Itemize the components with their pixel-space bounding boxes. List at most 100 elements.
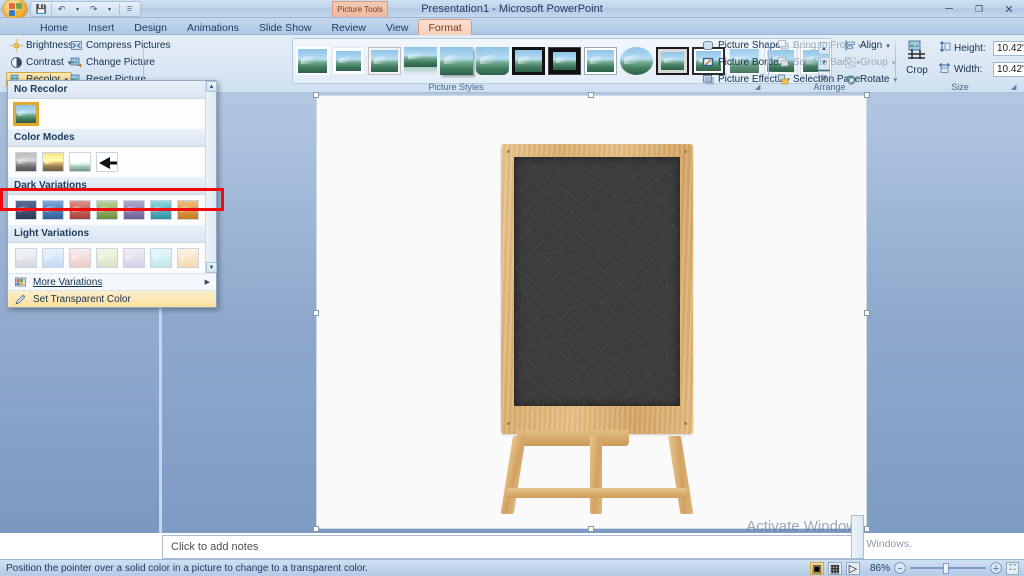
recolor-swatch-light-7[interactable] bbox=[177, 248, 199, 268]
color-modes-swatch-row bbox=[8, 147, 216, 177]
status-bar-right: ▣ ▦ ▷ 86% − ＋ ⛶ bbox=[810, 561, 1024, 575]
contrast-label: Contrast bbox=[26, 57, 64, 68]
tab-insert[interactable]: Insert bbox=[78, 19, 124, 35]
picture-style-thumb[interactable] bbox=[584, 47, 617, 75]
fit-slide-to-window-button[interactable]: ⛶ bbox=[1006, 561, 1019, 575]
recolor-swatch-light-1[interactable] bbox=[15, 248, 37, 268]
height-input[interactable]: 10.42" bbox=[993, 40, 1024, 56]
dropdown-scroll-up-icon[interactable]: ▲ bbox=[206, 81, 217, 92]
minimize-button[interactable]: ─ bbox=[934, 0, 964, 18]
normal-view-button[interactable]: ▣ bbox=[810, 561, 824, 575]
section-heading-no-recolor: No Recolor bbox=[8, 81, 216, 99]
ribbon-tab-strip: Home Insert Design Animations Slide Show… bbox=[0, 18, 1024, 35]
picture-style-thumb[interactable] bbox=[656, 47, 689, 75]
restore-button[interactable]: ❐ bbox=[964, 0, 994, 18]
contrast-icon bbox=[10, 56, 23, 69]
recolor-swatch-dark-4[interactable] bbox=[96, 200, 118, 220]
width-input[interactable]: 10.42" bbox=[993, 61, 1024, 77]
notes-pane[interactable]: Click to add notes bbox=[162, 535, 860, 559]
selection-handle[interactable] bbox=[588, 526, 594, 532]
chevron-down-icon[interactable]: ▾ bbox=[886, 42, 890, 50]
more-variations-menu-item[interactable]: More Variations ▶ bbox=[8, 273, 216, 290]
tab-design[interactable]: Design bbox=[124, 19, 177, 35]
tab-animations[interactable]: Animations bbox=[177, 19, 249, 35]
selection-handle[interactable] bbox=[864, 526, 870, 532]
selection-handle[interactable] bbox=[313, 310, 319, 316]
selection-handle[interactable] bbox=[313, 526, 319, 532]
slide-show-view-button[interactable]: ▷ bbox=[846, 561, 860, 575]
zoom-level-label[interactable]: 86% bbox=[864, 563, 890, 574]
tab-home[interactable]: Home bbox=[30, 19, 78, 35]
notes-scrollbar[interactable] bbox=[851, 515, 864, 559]
tab-view[interactable]: View bbox=[376, 19, 419, 35]
zoom-slider[interactable] bbox=[910, 562, 986, 575]
tab-review[interactable]: Review bbox=[321, 19, 375, 35]
zoom-in-button[interactable]: ＋ bbox=[990, 562, 1002, 574]
recolor-swatch-light-4[interactable] bbox=[96, 248, 118, 268]
recolor-swatch-light-2[interactable] bbox=[42, 248, 64, 268]
selection-handle[interactable] bbox=[588, 92, 594, 98]
selection-handle[interactable] bbox=[864, 310, 870, 316]
picture-shape-icon bbox=[702, 39, 715, 52]
recolor-swatch-sepia[interactable] bbox=[42, 152, 64, 172]
frame-screw bbox=[684, 422, 687, 425]
recolor-swatch-no-recolor[interactable] bbox=[13, 102, 39, 126]
picture-style-thumb[interactable] bbox=[332, 47, 365, 75]
picture-style-thumb[interactable] bbox=[548, 47, 581, 75]
picture-style-thumb[interactable] bbox=[440, 47, 473, 75]
recolor-swatch-dark-3[interactable] bbox=[69, 200, 91, 220]
slide-canvas[interactable] bbox=[313, 92, 870, 532]
dropdown-scroll-down-icon[interactable]: ▼ bbox=[206, 262, 217, 273]
align-button[interactable]: Align ▾ bbox=[840, 38, 894, 53]
size-dialog-launcher[interactable]: ◢ bbox=[1011, 83, 1020, 92]
group-button[interactable]: Group ▾ bbox=[840, 55, 899, 70]
width-field-row: Width: 10.42" ▲▼ bbox=[938, 61, 1024, 77]
brightness-icon bbox=[10, 39, 23, 52]
recolor-swatch-dark-5[interactable] bbox=[123, 200, 145, 220]
picture-style-thumb[interactable] bbox=[296, 47, 329, 75]
zoom-slider-thumb[interactable] bbox=[943, 562, 950, 574]
easel-crossbar bbox=[507, 488, 687, 498]
set-transparent-color-menu-item[interactable]: Set Transparent Color bbox=[8, 290, 216, 307]
tab-format[interactable]: Format bbox=[418, 19, 472, 35]
picture-style-thumb[interactable] bbox=[404, 47, 437, 75]
recolor-swatch-dark-6[interactable] bbox=[150, 200, 172, 220]
close-button[interactable]: ✕ bbox=[994, 0, 1024, 18]
chalkboard-easel-image[interactable] bbox=[477, 144, 717, 514]
recolor-swatch-light-3[interactable] bbox=[69, 248, 91, 268]
selection-handle[interactable] bbox=[313, 92, 319, 98]
crop-button[interactable]: Crop bbox=[900, 39, 934, 76]
align-icon bbox=[844, 39, 857, 52]
zoom-out-button[interactable]: − bbox=[894, 562, 906, 574]
recolor-swatch-black-and-white[interactable] bbox=[96, 152, 118, 172]
group-separator-2 bbox=[768, 38, 769, 88]
set-transparent-color-label: Set Transparent Color bbox=[33, 293, 131, 305]
crop-label: Crop bbox=[906, 65, 928, 76]
dropdown-scrollbar[interactable]: ▲ ▼ bbox=[205, 81, 217, 273]
submenu-arrow-icon: ▶ bbox=[204, 279, 210, 286]
rotate-button[interactable]: Rotate ▾ bbox=[840, 72, 901, 87]
selection-handle[interactable] bbox=[864, 92, 870, 98]
recolor-swatch-light-5[interactable] bbox=[123, 248, 145, 268]
tab-slide-show[interactable]: Slide Show bbox=[249, 19, 322, 35]
height-field-row: Height: 10.42" ▲▼ bbox=[938, 40, 1024, 56]
chalkboard-surface bbox=[514, 157, 680, 406]
recolor-swatch-light-6[interactable] bbox=[150, 248, 172, 268]
change-picture-button[interactable]: Change Picture bbox=[66, 55, 159, 70]
title-bar: 💾 ↶ ▾ ↷ ▾ ☰ Picture Tools Presentation1 … bbox=[0, 0, 1024, 20]
slide-sorter-view-button[interactable]: ▦ bbox=[828, 561, 842, 575]
recolor-swatch-dark-1[interactable] bbox=[15, 200, 37, 220]
picture-style-thumb[interactable] bbox=[368, 47, 401, 75]
picture-style-thumb[interactable] bbox=[476, 47, 509, 75]
picture-style-thumb[interactable] bbox=[512, 47, 545, 75]
contrast-button[interactable]: Contrast ▾ bbox=[6, 55, 75, 70]
picture-style-oval-thumb[interactable] bbox=[620, 47, 653, 75]
recolor-dropdown-menu[interactable]: No Recolor Color Modes Dark Variations L… bbox=[7, 80, 217, 308]
recolor-swatch-dark-7[interactable] bbox=[177, 200, 199, 220]
recolor-swatch-grayscale[interactable] bbox=[15, 152, 37, 172]
powerpoint-window: 💾 ↶ ▾ ↷ ▾ ☰ Picture Tools Presentation1 … bbox=[0, 0, 1024, 576]
chalk-texture bbox=[514, 157, 680, 406]
recolor-swatch-washout[interactable] bbox=[69, 152, 91, 172]
picture-styles-dialog-launcher[interactable]: ◢ bbox=[755, 83, 764, 92]
recolor-swatch-dark-2[interactable] bbox=[42, 200, 64, 220]
